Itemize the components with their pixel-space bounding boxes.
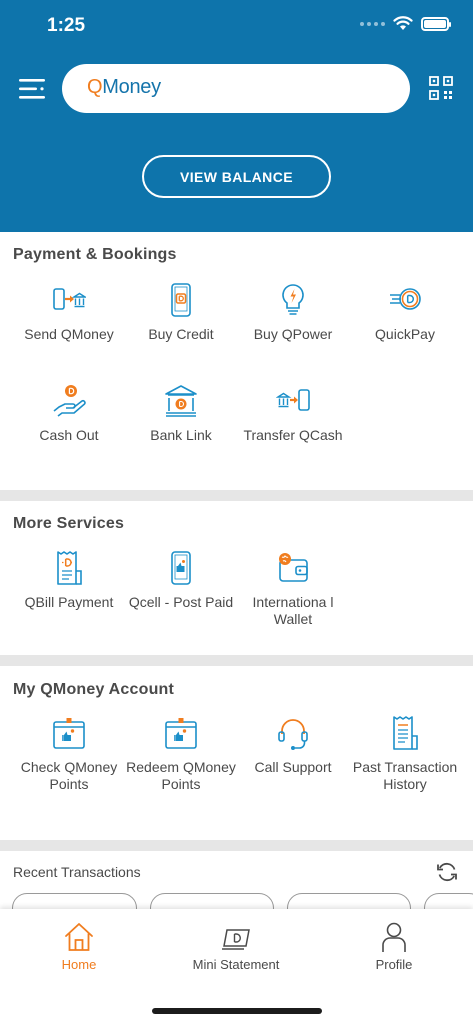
tile-quickpay[interactable]: QuickPay: [349, 283, 461, 343]
tile-label: Check QMoney Points: [20, 759, 118, 792]
profile-icon: [382, 922, 406, 952]
home-icon: [65, 923, 93, 951]
tile-label: Internationa l Wallet: [252, 594, 334, 627]
tile-qcell-post-paid[interactable]: Qcell - Post Paid: [125, 551, 237, 611]
lightbulb-icon: [282, 284, 304, 315]
tile-buy-qpower[interactable]: Buy QPower: [237, 283, 349, 343]
tile-label: Past Transaction History: [352, 759, 458, 792]
status-bar: 1:25: [0, 0, 473, 52]
phone-icon: [171, 551, 191, 585]
send-money-icon: [53, 288, 86, 310]
nav-label: Mini Statement: [192, 957, 280, 972]
quickpay-icon: [390, 288, 421, 310]
buy-credit-icon: [171, 283, 191, 317]
tile-transfer-qcash[interactable]: Transfer QCash: [237, 384, 349, 444]
search-brand-text: QMoney: [87, 76, 161, 98]
headset-icon: [278, 719, 308, 750]
section-title-account: My QMoney Account: [13, 681, 175, 698]
tile-international-wallet[interactable]: Internationa l Wallet: [237, 551, 349, 628]
tile-buy-credit[interactable]: Buy Credit: [125, 283, 237, 343]
tile-label: Send QMoney: [24, 326, 114, 342]
status-time: 1:25: [47, 15, 86, 36]
battery-icon: [421, 16, 451, 31]
search-bar[interactable]: QMoney: [62, 64, 410, 113]
home-indicator: [152, 1008, 322, 1014]
tile-redeem-qmoney-points[interactable]: Redeem QMoney Points: [125, 716, 237, 793]
status-icons: [360, 16, 451, 31]
transfer-icon: [276, 389, 310, 411]
tile-label: Buy Credit: [148, 326, 214, 342]
tile-label: Call Support: [254, 759, 332, 775]
tile-label: Qcell - Post Paid: [128, 594, 234, 610]
points-icon: [53, 718, 85, 749]
menu-icon[interactable]: [18, 78, 46, 100]
cash-out-icon: [53, 385, 86, 417]
nav-home[interactable]: Home: [14, 921, 144, 972]
section-divider: [0, 490, 473, 501]
tile-qbill-payment[interactable]: QBill Payment: [13, 551, 125, 611]
wifi-icon: [393, 16, 413, 30]
tile-label: Bank Link: [150, 427, 212, 443]
wallet-icon: [279, 553, 308, 582]
nav-label: Home: [61, 957, 97, 972]
qr-code-icon[interactable]: [428, 75, 454, 101]
tile-label: Cash Out: [39, 427, 99, 443]
bank-icon: [165, 385, 197, 417]
nav-mini-statement[interactable]: Mini Statement: [171, 921, 301, 972]
tile-label: Buy QPower: [253, 326, 333, 342]
bill-icon: [57, 551, 82, 585]
tile-check-qmoney-points[interactable]: Check QMoney Points: [13, 716, 125, 793]
tile-label: Redeem QMoney Points: [126, 759, 236, 792]
tile-send-qmoney[interactable]: Send QMoney: [13, 283, 125, 343]
receipt-icon: [393, 716, 418, 750]
section-title-more: More Services: [13, 515, 125, 532]
section-title-payment: Payment & Bookings: [13, 246, 177, 263]
nav-label: Profile: [375, 957, 413, 972]
tile-past-transaction-history[interactable]: Past Transaction History: [349, 716, 461, 793]
bottom-nav: Home Mini Statement Profile: [0, 909, 473, 1024]
tile-label: QBill Payment: [24, 594, 114, 610]
header: 1:25 QMoney VIEW BALANCE: [0, 0, 473, 232]
tile-label: Transfer QCash: [243, 427, 343, 443]
mini-statement-icon: [222, 929, 250, 950]
tile-call-support[interactable]: Call Support: [237, 716, 349, 776]
section-divider: [0, 655, 473, 666]
view-balance-button[interactable]: VIEW BALANCE: [142, 155, 331, 198]
section-divider: [0, 840, 473, 851]
recent-transactions-title: Recent Transactions: [13, 864, 141, 880]
nav-profile[interactable]: Profile: [329, 921, 459, 972]
tile-label: QuickPay: [375, 326, 435, 342]
tile-cash-out[interactable]: Cash Out: [13, 384, 125, 444]
tile-bank-link[interactable]: Bank Link: [125, 384, 237, 444]
signal-icon: [360, 21, 385, 26]
redeem-icon: [165, 718, 197, 749]
refresh-icon[interactable]: [436, 861, 458, 883]
